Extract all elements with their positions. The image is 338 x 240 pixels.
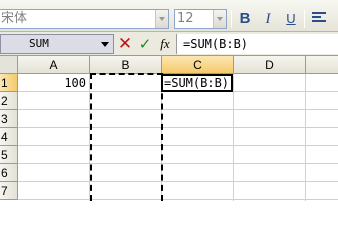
chevron-down-icon[interactable] [213,10,226,28]
column-header-a[interactable]: A [18,56,90,74]
worksheet-grid: A B C D 1 2 3 4 5 6 7 100 =SUM(B:B) [0,56,338,201]
toolbar-divider [231,10,232,28]
insert-function-button[interactable]: fx [157,36,173,52]
cell-c1-editing[interactable]: =SUM(B:B) [161,74,233,92]
select-all-corner[interactable] [0,56,18,74]
formatting-toolbar: 宋体 12 B I U [0,0,338,32]
cell-a1[interactable]: 100 [18,74,89,92]
toolbar-divider [304,10,305,28]
cancel-icon[interactable]: ✕ [117,36,133,53]
font-name-value: 宋体 [1,11,28,26]
column-header-c[interactable]: C [162,56,234,74]
formula-input[interactable]: =SUM(B:B) [176,34,338,54]
chevron-down-icon[interactable] [155,10,168,28]
column-header-d[interactable]: D [234,56,306,74]
name-box[interactable]: SUM [0,34,114,54]
bold-button[interactable]: B [236,10,254,28]
column-header-e[interactable] [306,56,338,74]
chevron-down-icon[interactable] [97,35,113,53]
enter-check-icon[interactable]: ✓ [137,36,153,52]
row-header-3[interactable]: 3 [0,110,18,128]
formula-text: =SUM(B:B) [183,37,249,51]
row-header-1[interactable]: 1 [0,74,18,92]
cell-gridlines[interactable] [18,74,338,201]
row-header-5[interactable]: 5 [0,146,18,164]
row-header-6[interactable]: 6 [0,164,18,182]
font-size-value: 12 [177,11,194,26]
italic-button[interactable]: I [259,10,277,28]
row-header-7[interactable]: 7 [0,182,18,200]
copy-marquee-column-b [90,73,163,201]
font-name-select[interactable]: 宋体 [0,9,169,29]
row-header-4[interactable]: 4 [0,128,18,146]
font-size-select[interactable]: 12 [174,9,227,29]
name-box-value: SUM [29,37,49,50]
column-header-b[interactable]: B [90,56,162,74]
formula-bar: SUM ✕ ✓ fx =SUM(B:B) [0,32,338,56]
align-left-icon[interactable] [312,12,326,26]
underline-button[interactable]: U [282,10,300,28]
row-header-2[interactable]: 2 [0,92,18,110]
